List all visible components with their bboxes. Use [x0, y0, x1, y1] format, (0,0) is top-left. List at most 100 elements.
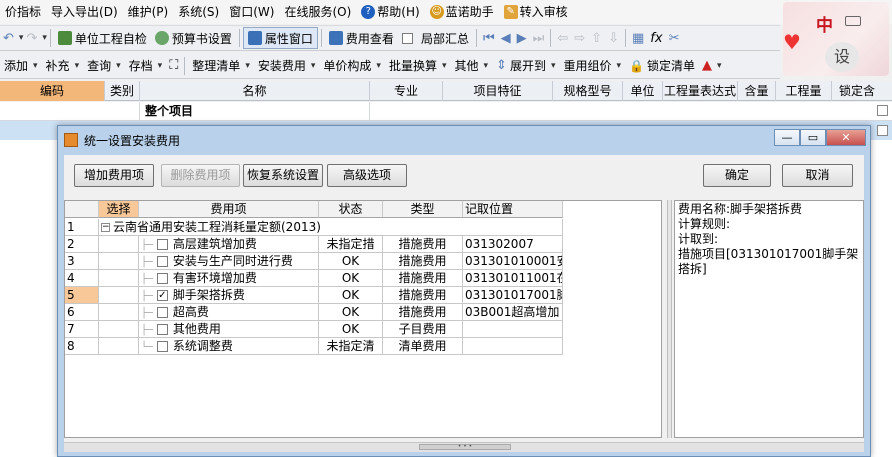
maximize-button[interactable]: ▭ [800, 129, 826, 146]
arrow-left-icon[interactable]: ⇦ [554, 31, 571, 46]
position-cell[interactable]: 031301017001脚 [463, 287, 563, 304]
tidy-list-dropdown[interactable]: 整理清单 ▾ [188, 55, 254, 77]
select-cell[interactable] [99, 270, 139, 287]
table-row[interactable]: 4 ├─ 有害环境增加费 OK 措施费用 031301011001在 [65, 270, 563, 287]
minimize-button[interactable]: — [774, 129, 800, 146]
fee-view-button[interactable]: 费用查看 [325, 27, 398, 49]
panel-splitter[interactable] [667, 200, 672, 438]
type-cell[interactable]: 措施费用 [383, 304, 463, 321]
status-cell[interactable]: OK [319, 253, 383, 270]
select-checkbox[interactable] [156, 256, 168, 267]
select-cell[interactable] [99, 338, 139, 355]
status-cell[interactable]: OK [319, 304, 383, 321]
table-row[interactable]: 7 ├─ 其他费用 OK 子目费用 [65, 321, 563, 338]
add-dropdown[interactable]: 添加 ▾ [0, 55, 42, 77]
prev-icon[interactable]: ◀ [498, 31, 514, 46]
select-cell[interactable] [99, 321, 139, 338]
last-icon[interactable]: ⏭ [530, 31, 548, 46]
group-row-cell[interactable]: − 云南省通用安装工程消耗量定额(2013) [99, 219, 563, 236]
ime-settings[interactable]: 设 [825, 42, 859, 72]
binoculars-icon[interactable]: ⛶ [166, 58, 181, 73]
select-checkbox[interactable] [156, 324, 168, 335]
table-row-selected[interactable]: 5 ├─ ✓ 脚手架搭拆费 OK 措施费用 031301017001脚 [65, 287, 563, 304]
column-header-content[interactable]: 含量 [738, 81, 776, 101]
table-row[interactable]: 8 └─ 系统调整费 未指定清 清单费用 [65, 338, 563, 355]
table-row[interactable]: 1 − 云南省通用安装工程消耗量定额(2013) [65, 219, 563, 236]
row-code-cell[interactable] [0, 102, 140, 121]
other-dropdown[interactable]: 其他 ▾ [450, 55, 492, 77]
table-row-project[interactable]: 整个项目 [0, 102, 892, 121]
menu-window[interactable]: 窗口(W) [224, 0, 279, 24]
lock-checkbox[interactable] [877, 105, 888, 116]
status-cell[interactable]: 未指定措 [319, 236, 383, 253]
table-row[interactable]: 2 ├─ 高层建筑增加费 未指定措 措施费用 031302007 [65, 236, 563, 253]
partial-summary-checkbox[interactable] [401, 32, 413, 44]
undo-icon[interactable]: ↶ [0, 31, 17, 46]
column-header-specialty[interactable]: 专业 [370, 81, 443, 101]
delete-fee-item-button[interactable]: 删除费用项 [161, 164, 240, 187]
grid-header-status[interactable]: 状态 [319, 201, 383, 218]
column-header-code[interactable]: 编码 [0, 81, 105, 101]
arrow-right-icon[interactable]: ⇨ [571, 31, 588, 46]
budget-settings-button[interactable]: 预算书设置 [151, 27, 236, 49]
grid-header-type[interactable]: 类型 [383, 201, 463, 218]
column-header-quantity-expression[interactable]: 工程量表达式 [663, 81, 738, 101]
table-row[interactable]: 3 ├─ 安装与生产同时进行费 OK 措施费用 031301010001安 [65, 253, 563, 270]
column-header-unit[interactable]: 单位 [623, 81, 663, 101]
reuse-group-price-dropdown[interactable]: 重用组价 ▾ [559, 55, 625, 77]
select-checkbox-checked[interactable]: ✓ [156, 290, 168, 301]
calculator-icon[interactable]: ▦ [629, 31, 647, 46]
partial-summary-toggle[interactable]: 局部汇总 [398, 27, 473, 49]
lock-checkbox[interactable] [877, 125, 888, 136]
column-header-category[interactable]: 类别 [105, 81, 140, 101]
menu-help[interactable]: ? 帮助(H) [356, 0, 424, 24]
dialog-title-bar[interactable]: 统一设置安装费用 [58, 126, 870, 154]
grid-header-select[interactable]: 选择 [99, 201, 139, 218]
fee-item-cell[interactable]: └─ 系统调整费 [139, 338, 319, 355]
position-cell[interactable]: 031301011001在 [463, 270, 563, 287]
menu-transfer-review[interactable]: ✎ 转入审核 [499, 0, 573, 24]
position-cell[interactable]: 03B001超高增加 [463, 304, 563, 321]
select-checkbox[interactable] [156, 341, 168, 352]
column-header-spec-model[interactable]: 规格型号 [553, 81, 623, 101]
property-window-button[interactable]: 属性窗口 [242, 27, 318, 49]
supplement-dropdown[interactable]: 补充 ▾ [42, 55, 84, 77]
paint-bucket-icon[interactable]: ▲ [699, 58, 715, 73]
fee-item-cell[interactable]: ├─ 其他费用 [139, 321, 319, 338]
fee-item-cell[interactable]: ├─ ✓ 脚手架搭拆费 [139, 287, 319, 304]
fee-item-cell[interactable]: ├─ 安装与生产同时进行费 [139, 253, 319, 270]
menu-online-service[interactable]: 在线服务(O) [279, 0, 356, 24]
splitter-grip[interactable]: • • • [419, 444, 511, 450]
status-cell[interactable]: 未指定清 [319, 338, 383, 355]
type-cell[interactable]: 措施费用 [383, 253, 463, 270]
select-cell[interactable] [99, 304, 139, 321]
keyboard-icon[interactable] [845, 16, 861, 26]
arrow-down-icon[interactable]: ⇩ [605, 31, 622, 46]
tool-icon[interactable]: ✂ [666, 31, 683, 46]
next-icon[interactable]: ▶ [514, 31, 530, 46]
chevron-down-icon[interactable]: ▾ [717, 61, 722, 71]
type-cell[interactable]: 措施费用 [383, 287, 463, 304]
advanced-options-button[interactable]: 高级选项 [327, 164, 407, 187]
position-cell[interactable] [463, 321, 563, 338]
row-name-cell[interactable]: 整个项目 [140, 102, 370, 121]
fee-item-cell[interactable]: ├─ 超高费 [139, 304, 319, 321]
close-button[interactable]: ✕ [826, 129, 866, 146]
function-icon[interactable]: fx [647, 31, 665, 46]
menu-maintain[interactable]: 维护(P) [123, 0, 174, 24]
position-cell[interactable]: 031302007 [463, 236, 563, 253]
status-cell[interactable]: OK [319, 321, 383, 338]
column-header-name[interactable]: 名称 [140, 81, 370, 101]
column-header-lock[interactable]: 锁定含 [832, 81, 882, 101]
query-dropdown[interactable]: 查询 ▾ [83, 55, 125, 77]
column-header-feature[interactable]: 项目特征 [443, 81, 553, 101]
unit-price-composition-dropdown[interactable]: 单价构成 ▾ [319, 55, 385, 77]
install-fee-dropdown[interactable]: 安装费用 ▾ [254, 55, 320, 77]
add-fee-item-button[interactable]: 增加费用项 [74, 164, 154, 187]
unit-check-button[interactable]: 单位工程自检 [54, 27, 151, 49]
grid-header-fee-item[interactable]: 费用项 [139, 201, 319, 218]
type-cell[interactable]: 清单费用 [383, 338, 463, 355]
collapse-icon[interactable]: − [101, 223, 110, 232]
select-checkbox[interactable] [156, 273, 168, 284]
position-cell[interactable] [463, 338, 563, 355]
